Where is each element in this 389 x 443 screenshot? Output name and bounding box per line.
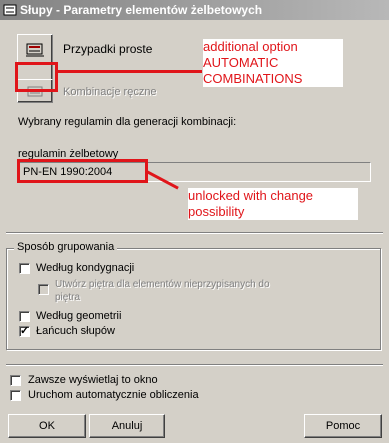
manual-combinations-label: Kombinacje ręczne <box>63 86 157 98</box>
create-floors-label: Utwórz piętra dla elementów nieprzypisan… <box>55 279 270 303</box>
by-geometry-checkbox[interactable] <box>19 311 30 322</box>
grouping-title: Sposób grupowania <box>14 241 118 253</box>
highlight-rect <box>15 62 58 92</box>
annotation-text: additional option AUTOMATIC COMBINATIONS <box>203 39 343 87</box>
always-show-checkbox[interactable] <box>10 375 21 386</box>
separator <box>6 232 383 234</box>
check-icon: ✓ <box>20 325 30 337</box>
annotation-arrow <box>58 70 202 73</box>
auto-calc-checkbox[interactable] <box>10 390 21 401</box>
app-icon <box>3 4 17 16</box>
ok-button[interactable]: OK <box>8 414 86 438</box>
column-chain-checkbox[interactable]: ✓ <box>19 325 30 337</box>
by-storey-checkbox[interactable] <box>19 263 30 274</box>
create-floors-checkbox[interactable] <box>38 284 49 295</box>
code-heading: Wybrany regulamin dla generacji kombinac… <box>18 116 237 128</box>
separator <box>6 364 383 366</box>
always-show-label: Zawsze wyświetlaj to okno <box>28 374 158 386</box>
load-cases-icon <box>26 43 44 57</box>
highlight-rect <box>17 159 148 183</box>
by-geometry-label: Według geometrii <box>36 310 122 322</box>
auto-calc-label: Uruchom automatycznie obliczenia <box>28 389 199 401</box>
simple-cases-label: Przypadki proste <box>63 42 153 56</box>
cancel-button[interactable]: Anuluj <box>89 414 165 438</box>
annotation-text: unlocked with change possibility <box>188 188 358 220</box>
by-storey-label: Według kondygnacji <box>36 262 135 274</box>
window-title: Słupy - Parametry elementów żelbetowych <box>20 3 263 17</box>
help-button[interactable]: Pomoc <box>304 414 382 438</box>
title-bar: Słupy - Parametry elementów żelbetowych <box>0 0 389 20</box>
column-chain-label: Łańcuch słupów <box>36 325 115 337</box>
simple-cases-button[interactable] <box>17 34 53 64</box>
